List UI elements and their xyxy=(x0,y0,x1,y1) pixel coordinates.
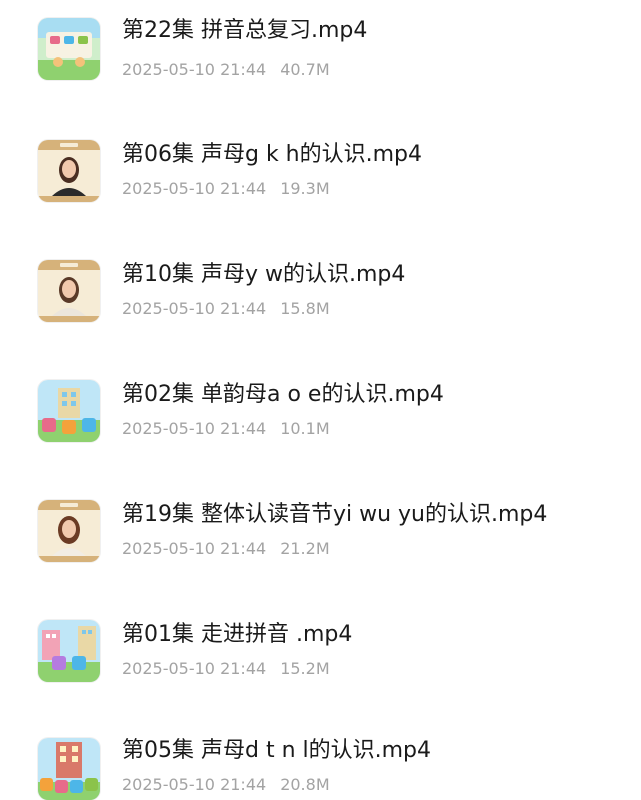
file-row[interactable]: 第06集 声母g k h的认识.mp4 2025-05-10 21:44 19.3… xyxy=(0,120,641,220)
file-meta: 2025-05-10 21:44 10.1M xyxy=(122,419,330,439)
file-size: 19.3M xyxy=(280,179,330,198)
file-list: 第22集 拼音总复习.mp4 2025-05-10 21:44 40.7M 第06… xyxy=(0,0,641,800)
cartoon-letters-thumb xyxy=(38,380,100,442)
file-meta: 2025-05-10 21:44 15.2M xyxy=(122,659,330,679)
file-size: 10.1M xyxy=(280,419,330,438)
file-row[interactable]: 第05集 声母d t n l的认识.mp4 2025-05-10 21:44 20… xyxy=(0,720,641,800)
cartoon-letters-thumb xyxy=(38,620,100,682)
file-date: 2025-05-10 21:44 xyxy=(122,60,267,79)
cartoon-letters-thumb xyxy=(38,738,100,800)
file-size: 15.2M xyxy=(280,659,330,678)
file-row[interactable]: 第19集 整体认读音节yi wu yu的认识.mp4 2025-05-10 21… xyxy=(0,480,641,580)
file-row[interactable]: 第01集 走进拼音 .mp4 2025-05-10 21:44 15.2M xyxy=(0,600,641,700)
file-row[interactable]: 第22集 拼音总复习.mp4 2025-05-10 21:44 40.7M xyxy=(0,0,641,100)
file-size: 15.8M xyxy=(280,299,330,318)
file-date: 2025-05-10 21:44 xyxy=(122,539,267,558)
file-size: 40.7M xyxy=(280,60,330,79)
file-meta: 2025-05-10 21:44 21.2M xyxy=(122,539,330,559)
file-meta: 2025-05-10 21:44 15.8M xyxy=(122,299,330,319)
cartoon-classroom-thumb xyxy=(38,18,100,80)
file-meta: 2025-05-10 21:44 20.8M xyxy=(122,775,330,795)
file-meta: 2025-05-10 21:44 19.3M xyxy=(122,179,330,199)
file-date: 2025-05-10 21:44 xyxy=(122,299,267,318)
file-name: 第22集 拼音总复习.mp4 xyxy=(122,18,368,43)
file-date: 2025-05-10 21:44 xyxy=(122,659,267,678)
file-date: 2025-05-10 21:44 xyxy=(122,419,267,438)
file-name: 第02集 单韵母a o e的认识.mp4 xyxy=(122,382,444,407)
file-name: 第19集 整体认读音节yi wu yu的认识.mp4 xyxy=(122,502,548,527)
presenter-thumb xyxy=(38,500,100,562)
file-row[interactable]: 第02集 单韵母a o e的认识.mp4 2025-05-10 21:44 10.… xyxy=(0,360,641,460)
file-name: 第06集 声母g k h的认识.mp4 xyxy=(122,142,423,167)
presenter-thumb xyxy=(38,140,100,202)
file-row[interactable]: 第10集 声母y w的认识.mp4 2025-05-10 21:44 15.8M xyxy=(0,240,641,340)
file-meta: 2025-05-10 21:44 40.7M xyxy=(122,60,330,80)
presenter-thumb xyxy=(38,260,100,322)
file-size: 21.2M xyxy=(280,539,330,558)
file-name: 第10集 声母y w的认识.mp4 xyxy=(122,262,406,287)
file-name: 第01集 走进拼音 .mp4 xyxy=(122,622,353,647)
file-size: 20.8M xyxy=(280,775,330,794)
file-date: 2025-05-10 21:44 xyxy=(122,179,267,198)
file-name: 第05集 声母d t n l的认识.mp4 xyxy=(122,738,431,763)
file-date: 2025-05-10 21:44 xyxy=(122,775,267,794)
